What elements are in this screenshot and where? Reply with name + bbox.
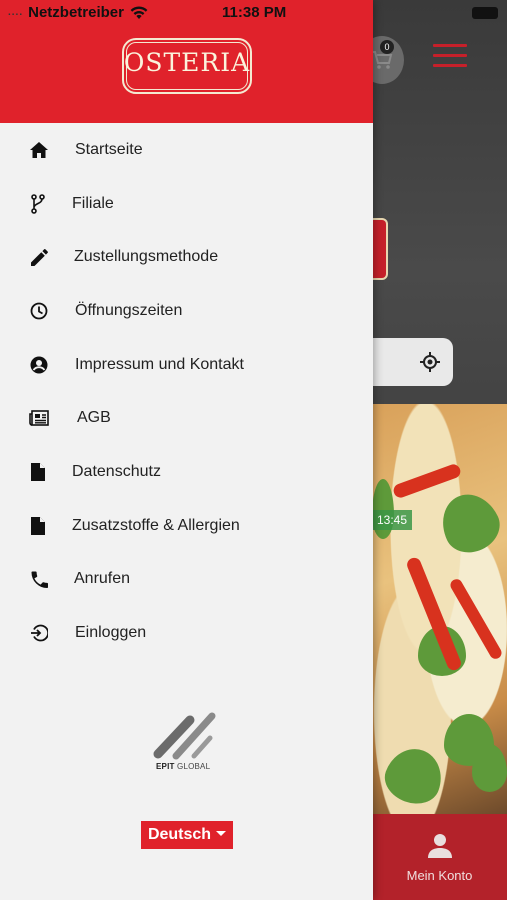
locate-icon[interactable] — [419, 351, 441, 373]
menu-item-label: Datenschutz — [72, 463, 161, 480]
account-tab[interactable]: Mein Konto — [372, 814, 507, 900]
language-selector[interactable]: Deutsch — [141, 821, 233, 849]
status-time: 11:38 PM — [222, 4, 287, 21]
navigation-drawer: OSTERIA Startseite Filiale Zustellungsme… — [0, 0, 373, 900]
location-search-field[interactable] — [360, 338, 453, 386]
menu-item-label: Einloggen — [75, 624, 147, 641]
clock-icon — [29, 301, 49, 321]
account-circle-icon — [29, 355, 49, 375]
menu-item-label: Zusatzstoffe & Allergien — [72, 517, 240, 534]
document-icon — [28, 462, 48, 482]
phone-icon — [29, 569, 49, 589]
carrier-name: Netzbetreiber — [28, 4, 124, 21]
person-icon — [427, 833, 452, 858]
menu-item-agb[interactable]: AGB — [0, 393, 373, 443]
account-tab-label: Mein Konto — [406, 867, 473, 883]
battery-icon — [472, 7, 498, 19]
menu-item-datenschutz[interactable]: Datenschutz — [0, 447, 373, 497]
pizza-image — [372, 404, 507, 814]
newspaper-icon — [29, 408, 49, 428]
menu-item-zusatzstoffe-allergien[interactable]: Zusatzstoffe & Allergien — [0, 501, 373, 551]
language-label: Deutsch — [147, 826, 212, 843]
caret-down-icon — [216, 830, 227, 836]
pencil-icon — [29, 247, 49, 267]
menu-item-impressum-und-kontakt[interactable]: Impressum und Kontakt — [0, 340, 373, 390]
menu-item-label: Startseite — [75, 141, 143, 158]
menu-item-label: Zustellungsmethode — [74, 248, 219, 265]
menu-item-label: Filiale — [72, 195, 114, 212]
menu-item-anrufen[interactable]: Anrufen — [0, 554, 373, 604]
signal-indicator: .... — [8, 7, 24, 18]
menu-item-filiale[interactable]: Filiale — [0, 179, 373, 229]
menu-item-label: Impressum und Kontakt — [75, 356, 244, 373]
document-icon — [28, 516, 48, 536]
wifi-icon — [130, 5, 148, 19]
cart-count-badge: 0 — [380, 40, 394, 54]
menu-item-startseite[interactable]: Startseite — [0, 125, 373, 175]
menu-item-label: Öffnungszeiten — [75, 302, 183, 319]
epit-global-label: EPIT GLOBAL — [156, 762, 211, 771]
osteria-logo: OSTERIA — [122, 38, 252, 94]
menu-item-zustellungsmethode[interactable]: Zustellungsmethode — [0, 232, 373, 282]
logo-text: OSTERIA — [123, 48, 251, 77]
menu-item-oeffnungszeiten[interactable]: Öffnungszeiten — [0, 286, 373, 336]
time-badge: 13:45 — [372, 510, 412, 530]
background-logo — [372, 218, 388, 280]
home-icon — [29, 140, 49, 160]
branch-icon — [28, 194, 48, 214]
login-icon — [29, 623, 49, 643]
hamburger-menu-button[interactable] — [433, 44, 467, 70]
menu-item-label: Anrufen — [74, 570, 131, 587]
status-bar: .... Netzbetreiber 11:38 PM — [0, 0, 507, 26]
menu-item-einloggen[interactable]: Einloggen — [0, 608, 373, 658]
menu-item-label: AGB — [77, 409, 111, 426]
